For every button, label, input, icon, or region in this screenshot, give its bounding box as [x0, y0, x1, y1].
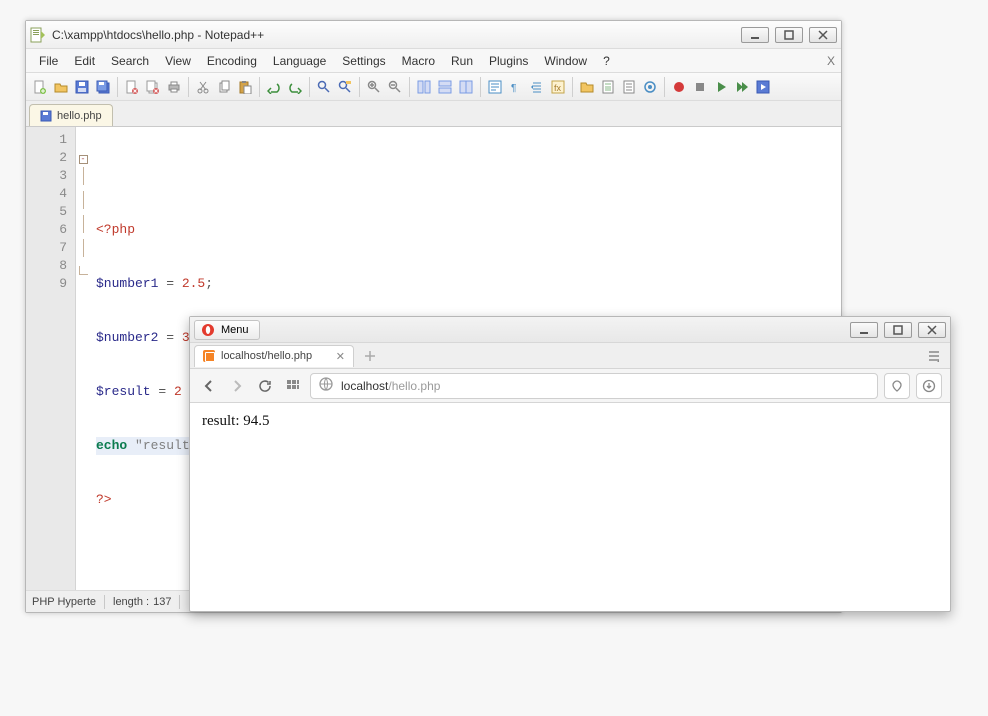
indent-icon[interactable]	[527, 77, 547, 97]
menu-encoding[interactable]: Encoding	[200, 51, 264, 71]
close-button[interactable]	[809, 27, 837, 43]
forward-button[interactable]	[226, 375, 248, 397]
browser-menu-label: Menu	[221, 324, 249, 336]
npp-window-title: C:\xampp\htdocs\hello.php - Notepad++	[52, 28, 741, 42]
browser-minimize-button[interactable]	[850, 322, 878, 338]
find-icon[interactable]	[314, 77, 334, 97]
menu-run[interactable]: Run	[444, 51, 480, 71]
save-all-icon[interactable]	[93, 77, 113, 97]
fold-collapse-icon[interactable]: -	[79, 155, 88, 164]
menu-edit[interactable]: Edit	[67, 51, 102, 71]
url-text: localhost/hello.php	[341, 379, 440, 393]
status-lang: PHP Hyperte	[32, 596, 96, 608]
browser-window: Menu localhost/hello.php ✕ localhost/hel…	[189, 316, 951, 612]
browser-tab[interactable]: localhost/hello.php ✕	[194, 345, 354, 367]
speed-dial-button[interactable]	[282, 375, 304, 397]
zoom-out-icon[interactable]	[385, 77, 405, 97]
document-tab[interactable]: hello.php	[29, 104, 113, 126]
tab-close-icon[interactable]: ✕	[336, 350, 345, 363]
status-length-label: length :	[113, 596, 149, 608]
opera-icon	[201, 323, 215, 337]
replace-icon[interactable]	[335, 77, 355, 97]
xampp-favicon-icon	[203, 350, 215, 362]
npp-toolbar: ¶ fx	[26, 73, 841, 101]
downloads-button[interactable]	[916, 373, 942, 399]
record-macro-icon[interactable]	[669, 77, 689, 97]
fold-column[interactable]: -	[76, 127, 90, 590]
site-info-icon[interactable]	[319, 377, 333, 394]
menu-settings[interactable]: Settings	[335, 51, 392, 71]
play-multi-icon[interactable]	[732, 77, 752, 97]
npp-menubar: File Edit Search View Encoding Language …	[26, 49, 841, 73]
menu-window[interactable]: Window	[537, 51, 594, 71]
redo-icon[interactable]	[285, 77, 305, 97]
sync-v-icon[interactable]	[414, 77, 434, 97]
browser-toolbar: localhost/hello.php	[190, 369, 950, 403]
browser-content: result: 94.5	[190, 403, 950, 611]
stop-macro-icon[interactable]	[690, 77, 710, 97]
cut-icon[interactable]	[193, 77, 213, 97]
maximize-button[interactable]	[775, 27, 803, 43]
menubar-close-icon[interactable]: X	[827, 54, 835, 68]
cloned-icon[interactable]	[456, 77, 476, 97]
browser-tabbar: localhost/hello.php ✕	[190, 343, 950, 369]
menu-search[interactable]: Search	[104, 51, 156, 71]
save-icon[interactable]	[72, 77, 92, 97]
func-list-icon[interactable]	[619, 77, 639, 97]
paste-icon[interactable]	[235, 77, 255, 97]
menu-help[interactable]: ?	[596, 51, 617, 71]
sync-h-icon[interactable]	[435, 77, 455, 97]
play-macro-icon[interactable]	[711, 77, 731, 97]
close-file-icon[interactable]	[122, 77, 142, 97]
svg-text:fx: fx	[554, 83, 562, 93]
browser-titlebar[interactable]: Menu	[190, 317, 950, 343]
document-tab-label: hello.php	[57, 110, 102, 122]
menu-language[interactable]: Language	[266, 51, 333, 71]
menu-plugins[interactable]: Plugins	[482, 51, 535, 71]
undo-icon[interactable]	[264, 77, 284, 97]
print-icon[interactable]	[164, 77, 184, 97]
browser-window-controls	[850, 322, 946, 338]
npp-window-controls	[741, 27, 837, 43]
svg-text:¶: ¶	[511, 83, 516, 94]
address-bar[interactable]: localhost/hello.php	[310, 373, 878, 399]
bookmark-button[interactable]	[884, 373, 910, 399]
back-button[interactable]	[198, 375, 220, 397]
zoom-in-icon[interactable]	[364, 77, 384, 97]
open-file-icon[interactable]	[51, 77, 71, 97]
save-macro-icon[interactable]	[753, 77, 773, 97]
line-gutter: 1 2 3 4 5 6 7 8 9	[26, 127, 76, 590]
monitor-icon[interactable]	[640, 77, 660, 97]
npp-titlebar[interactable]: C:\xampp\htdocs\hello.php - Notepad++	[26, 21, 841, 49]
close-all-icon[interactable]	[143, 77, 163, 97]
status-length-value: 137	[153, 596, 171, 608]
menu-file[interactable]: File	[32, 51, 65, 71]
npp-app-icon	[30, 27, 46, 43]
browser-tab-title: localhost/hello.php	[221, 350, 312, 362]
npp-tabbar: hello.php	[26, 101, 841, 127]
new-file-icon[interactable]	[30, 77, 50, 97]
browser-close-button[interactable]	[918, 322, 946, 338]
menu-macro[interactable]: Macro	[395, 51, 442, 71]
user-lang-icon[interactable]: fx	[548, 77, 568, 97]
wrap-icon[interactable]	[485, 77, 505, 97]
new-tab-button[interactable]	[362, 348, 378, 364]
tab-menu-icon[interactable]	[924, 346, 944, 366]
reload-button[interactable]	[254, 375, 276, 397]
menu-view[interactable]: View	[158, 51, 198, 71]
minimize-button[interactable]	[741, 27, 769, 43]
copy-icon[interactable]	[214, 77, 234, 97]
file-saved-icon	[40, 110, 52, 122]
browser-maximize-button[interactable]	[884, 322, 912, 338]
page-output-text: result: 94.5	[202, 413, 270, 429]
doc-map-icon[interactable]	[598, 77, 618, 97]
all-chars-icon[interactable]: ¶	[506, 77, 526, 97]
folder-icon[interactable]	[577, 77, 597, 97]
browser-menu-button[interactable]: Menu	[194, 320, 260, 340]
